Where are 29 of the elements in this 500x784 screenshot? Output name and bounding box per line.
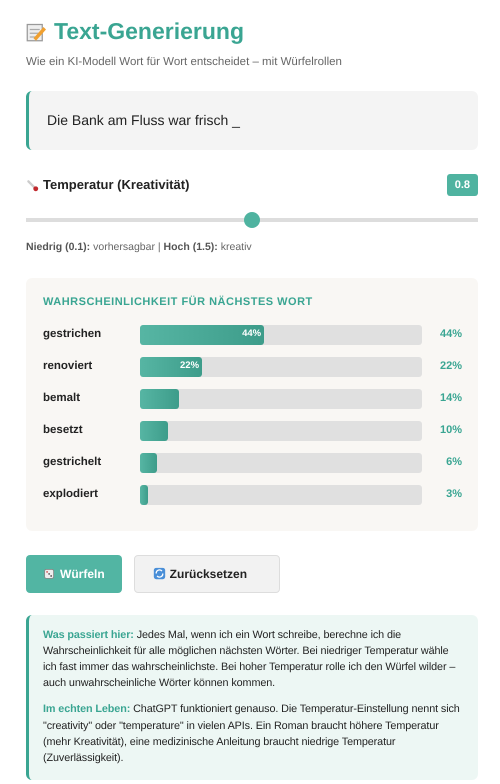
probability-bar: 22% bbox=[140, 356, 202, 377]
word-label: gestrichen bbox=[43, 326, 102, 342]
percent-value: 10% bbox=[438, 423, 462, 438]
slider-thumb[interactable] bbox=[244, 212, 260, 228]
info-paragraph: Was passiert hier: Jedes Mal, wenn ich ein Wort schreibe, berechne ich die Wahrscheinlichkeit für alle möglichen nächsten Wörter. Bei niedriger Temperatur wähle ich fast immer das wahrscheinlichste. Bei hoher Temperatur rolle ich den Würfel wilder – auch unwahrscheinliche Wörter können kommen. bbox=[43, 628, 456, 692]
reset-button[interactable]: Zurücksetzen bbox=[134, 554, 280, 593]
prompt-text: Die Bank am Fluss war frisch _ bbox=[26, 90, 478, 150]
percent-value: 44% bbox=[438, 327, 462, 342]
word-label: besetzt bbox=[43, 422, 84, 438]
subtitle: Wie ein KI-Modell Wort für Wort entscheidet – mit Würfelrollen bbox=[26, 54, 343, 70]
percent-value: 22% bbox=[438, 359, 462, 374]
dice-icon bbox=[43, 567, 56, 580]
percent-value: 14% bbox=[438, 391, 462, 406]
thermometer-icon bbox=[26, 178, 39, 192]
refresh-icon bbox=[152, 567, 166, 580]
probability-bar: 44% bbox=[140, 324, 264, 345]
notepad-pencil-icon bbox=[26, 22, 46, 42]
percent-value: 6% bbox=[445, 455, 462, 470]
word-label: gestrichelt bbox=[43, 454, 102, 470]
temperature-label: Temperatur (Kreativität) bbox=[43, 176, 190, 194]
info-paragraph: Im echten Leben: ChatGPT funktioniert genauso. Die Temperatur-Einstellung nennt sich "creativity" oder "temperature" in vielen APIs. Ein Roman braucht höhere Temperatur (mehr Kreativität), eine medizinische Anleitung braucht niedrige Temperatur (Zuverlässigkeit). bbox=[43, 702, 461, 766]
word-label: bemalt bbox=[43, 390, 82, 406]
page-title: Text-Generierung bbox=[54, 18, 244, 46]
temperature-value: 0.8 bbox=[446, 174, 478, 196]
word-label: renoviert bbox=[43, 358, 94, 374]
word-label: explodiert bbox=[43, 486, 99, 502]
percent-value: 3% bbox=[445, 487, 462, 502]
card-heading: WAHRSCHEINLICHKEIT FÜR NÄCHSTES WORT bbox=[43, 294, 314, 310]
temperature-hint: Niedrig (0.1): vorhersagbar | Hoch (1.5): kreativ bbox=[26, 240, 253, 256]
